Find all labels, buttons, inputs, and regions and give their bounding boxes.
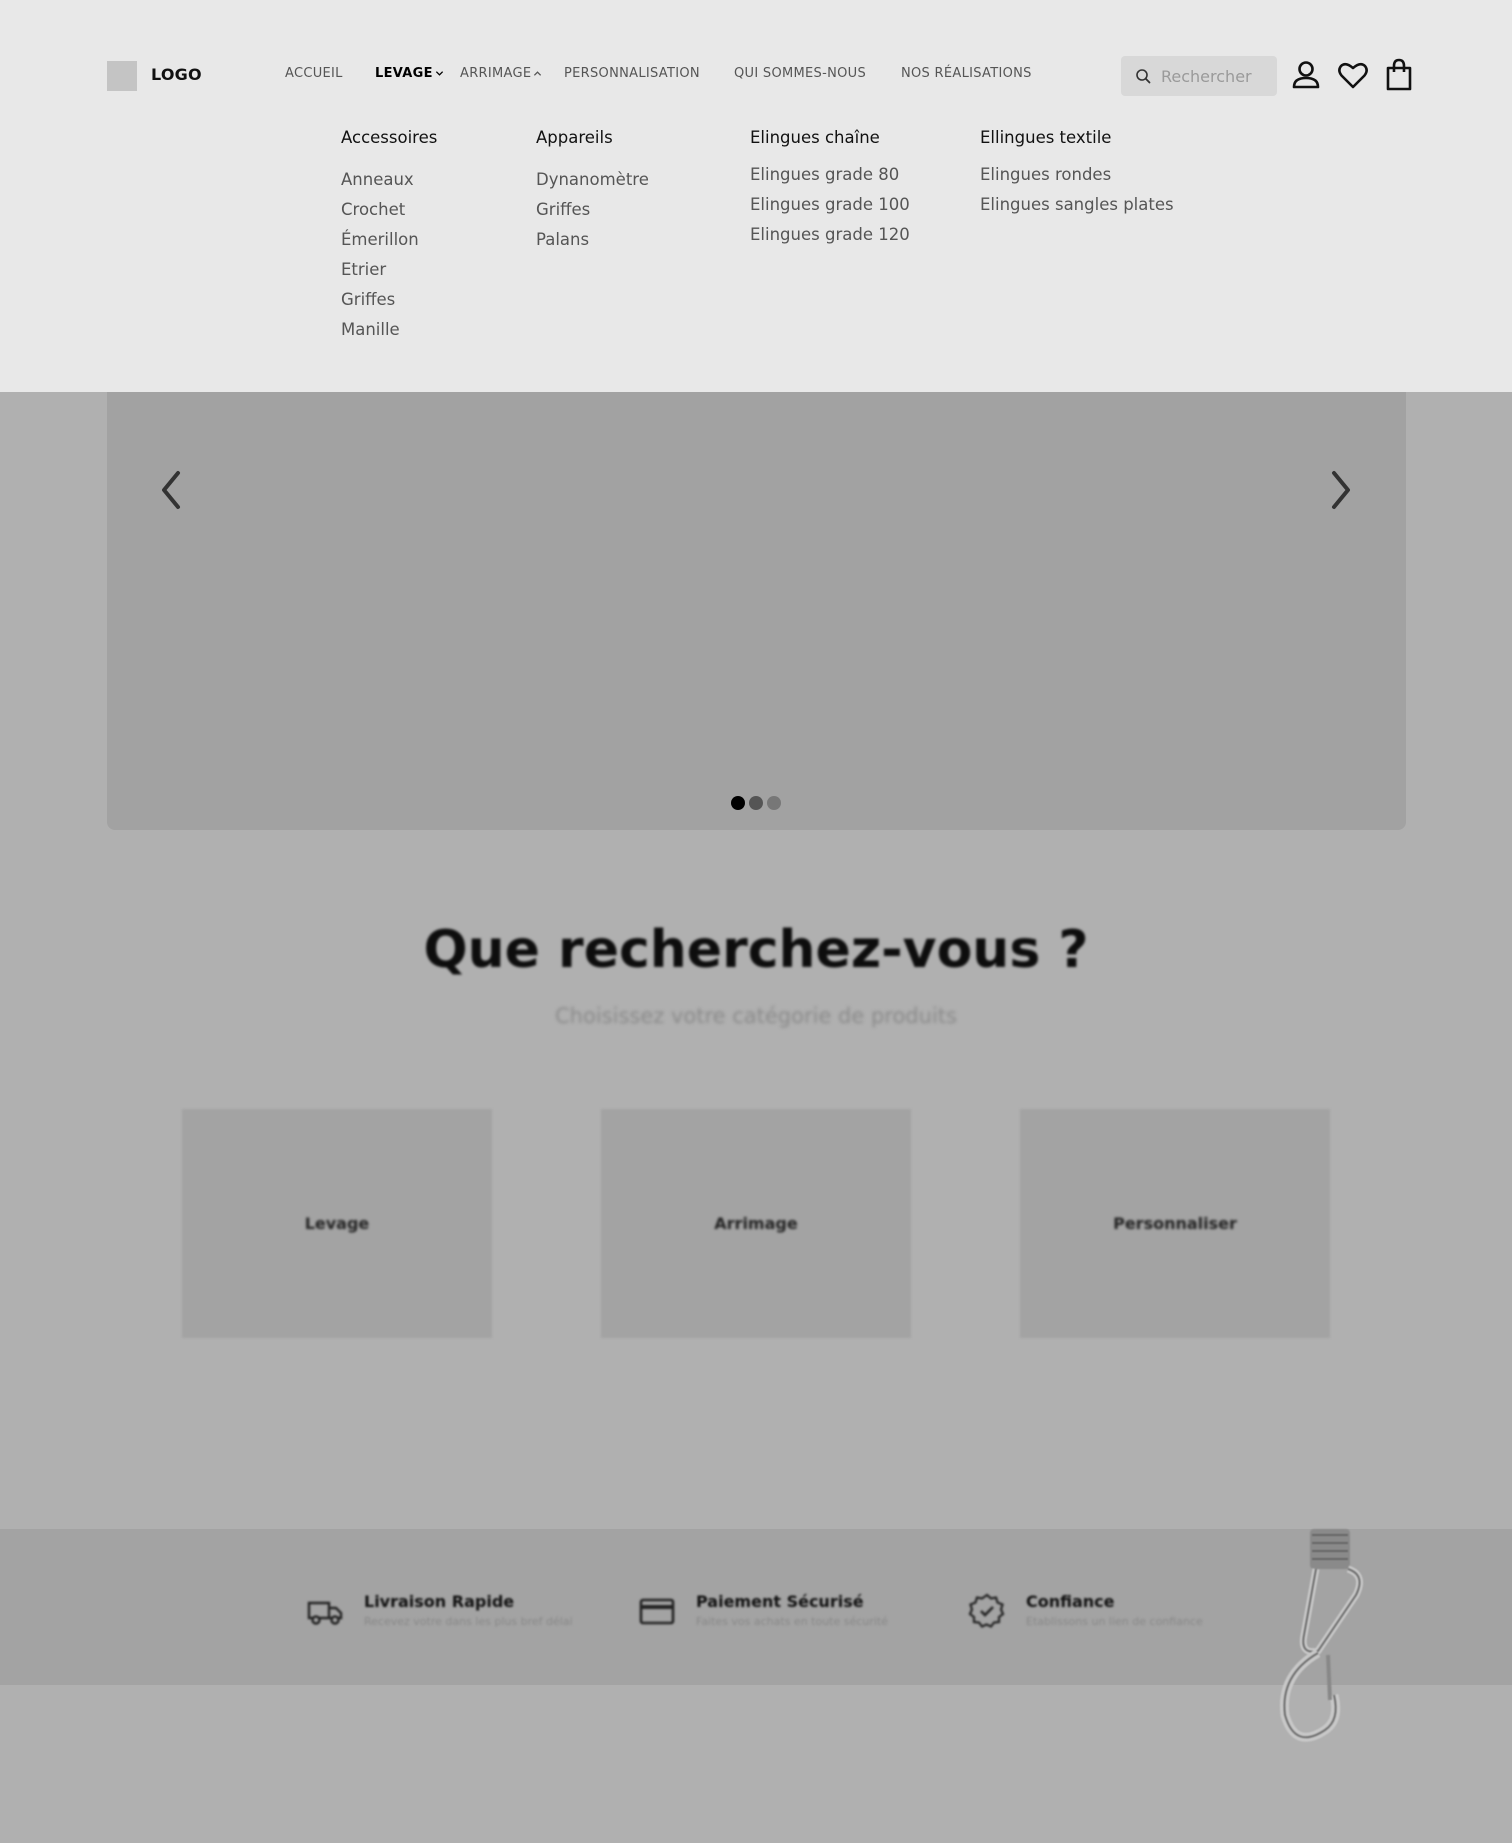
category-label: Levage bbox=[304, 1214, 370, 1233]
cart-icon[interactable] bbox=[1382, 58, 1416, 92]
feature-delivery: Livraison Rapide Recevez votre dans les … bbox=[306, 1592, 573, 1630]
mega-link[interactable]: Anneaux bbox=[341, 165, 437, 195]
site-header: LOGO ACCUEIL LEVAGE ARRIMAGE PERSONNALIS… bbox=[0, 0, 1512, 392]
nav-label: NOS RÉALISATIONS bbox=[901, 66, 1032, 81]
feature-payment: Paiement Sécurisé Faites vos achats en t… bbox=[638, 1592, 888, 1630]
mega-col-elingues-textile: Ellingues textile Elingues rondes Elingu… bbox=[980, 128, 1174, 220]
chevron-up-icon bbox=[534, 71, 542, 76]
mega-col-title[interactable]: Accessoires bbox=[341, 128, 437, 147]
mega-col-title[interactable]: Elingues chaîne bbox=[750, 128, 910, 147]
nav-label: LEVAGE bbox=[375, 66, 433, 81]
hero-carousel[interactable] bbox=[107, 380, 1406, 830]
user-icon[interactable] bbox=[1289, 58, 1323, 92]
carousel-dot-3[interactable] bbox=[767, 796, 781, 810]
carousel-dot-1[interactable] bbox=[731, 796, 745, 810]
carousel-next-icon[interactable] bbox=[1320, 465, 1360, 515]
carousel-dot-2[interactable] bbox=[749, 796, 763, 810]
category-card-arrimage[interactable]: Arrimage bbox=[601, 1109, 911, 1338]
mega-link[interactable]: Elingues grade 80 bbox=[750, 160, 910, 190]
section-title: Que recherchez-vous ? bbox=[423, 920, 1089, 980]
carousel-prev-icon[interactable] bbox=[152, 465, 192, 515]
truck-icon bbox=[307, 1601, 343, 1625]
feature-desc: Etablissons un lien de confiance bbox=[1026, 1615, 1203, 1628]
search-input[interactable] bbox=[1161, 66, 1271, 86]
mega-link[interactable]: Crochet bbox=[341, 195, 437, 225]
mega-link[interactable]: Émerillon bbox=[341, 225, 437, 255]
feature-title: Paiement Sécurisé bbox=[696, 1592, 864, 1611]
nav-levage[interactable]: LEVAGE bbox=[375, 66, 444, 81]
category-label: Personnaliser bbox=[1113, 1214, 1237, 1233]
nav-accueil[interactable]: ACCUEIL bbox=[285, 66, 343, 81]
nav-personnalisation[interactable]: PERSONNALISATION bbox=[564, 66, 700, 81]
nav-nos-realisations[interactable]: NOS RÉALISATIONS bbox=[901, 66, 1032, 81]
category-card-levage[interactable]: Levage bbox=[182, 1109, 492, 1338]
category-label: Arrimage bbox=[714, 1214, 798, 1233]
mega-col-title[interactable]: Ellingues textile bbox=[980, 128, 1174, 147]
search-box[interactable] bbox=[1121, 56, 1277, 96]
chevron-down-icon bbox=[435, 71, 443, 76]
heart-icon[interactable] bbox=[1336, 58, 1370, 92]
feature-desc: Faites vos achats en toute sécurité bbox=[696, 1615, 888, 1628]
verified-badge-icon bbox=[968, 1593, 1005, 1628]
mega-link[interactable]: Manille bbox=[341, 315, 437, 345]
feature-trust: Confiance Etablissons un lien de confian… bbox=[968, 1592, 1203, 1630]
carousel-dots bbox=[731, 796, 781, 810]
nav-qui-sommes-nous[interactable]: QUI SOMMES-NOUS bbox=[734, 66, 866, 81]
mega-link[interactable]: Griffes bbox=[341, 285, 437, 315]
nav-label: QUI SOMMES-NOUS bbox=[734, 66, 867, 81]
mega-link[interactable]: Elingues sangles plates bbox=[980, 190, 1174, 220]
mega-link[interactable]: Etrier bbox=[341, 255, 437, 285]
nav-label: PERSONNALISATION bbox=[564, 66, 700, 81]
mega-link[interactable]: Griffes bbox=[536, 195, 649, 225]
mega-link[interactable]: Elingues grade 100 bbox=[750, 190, 910, 220]
nav-label: ACCUEIL bbox=[285, 66, 343, 81]
mega-col-appareils: Appareils Dynanomètre Griffes Palans bbox=[536, 128, 649, 255]
mega-link[interactable]: Palans bbox=[536, 225, 649, 255]
search-icon[interactable] bbox=[1135, 68, 1151, 84]
mega-col-elingues-chaine: Elingues chaîne Elingues grade 80 Elingu… bbox=[750, 128, 910, 250]
feature-title: Confiance bbox=[1026, 1592, 1115, 1611]
section-subtitle: Choisissez votre catégorie de produits bbox=[555, 1004, 957, 1028]
nav-label: ARRIMAGE bbox=[460, 66, 532, 81]
mega-link[interactable]: Dynanomètre bbox=[536, 165, 649, 195]
mega-link[interactable]: Elingues rondes bbox=[980, 160, 1174, 190]
mega-col-accessoires: Accessoires Anneaux Crochet Émerillon Et… bbox=[341, 128, 437, 345]
feature-desc: Recevez votre dans les plus bref délai bbox=[364, 1615, 573, 1628]
mega-col-title[interactable]: Appareils bbox=[536, 128, 649, 147]
main-nav: ACCUEIL LEVAGE ARRIMAGE PERSONNALISATION… bbox=[0, 66, 1512, 86]
feature-title: Livraison Rapide bbox=[364, 1592, 515, 1611]
nav-arrimage[interactable]: ARRIMAGE bbox=[460, 66, 542, 81]
category-card-personnaliser[interactable]: Personnaliser bbox=[1020, 1109, 1330, 1338]
hook-illustration bbox=[1279, 1529, 1364, 1742]
credit-card-icon bbox=[639, 1598, 675, 1625]
mega-link[interactable]: Elingues grade 120 bbox=[750, 220, 910, 250]
